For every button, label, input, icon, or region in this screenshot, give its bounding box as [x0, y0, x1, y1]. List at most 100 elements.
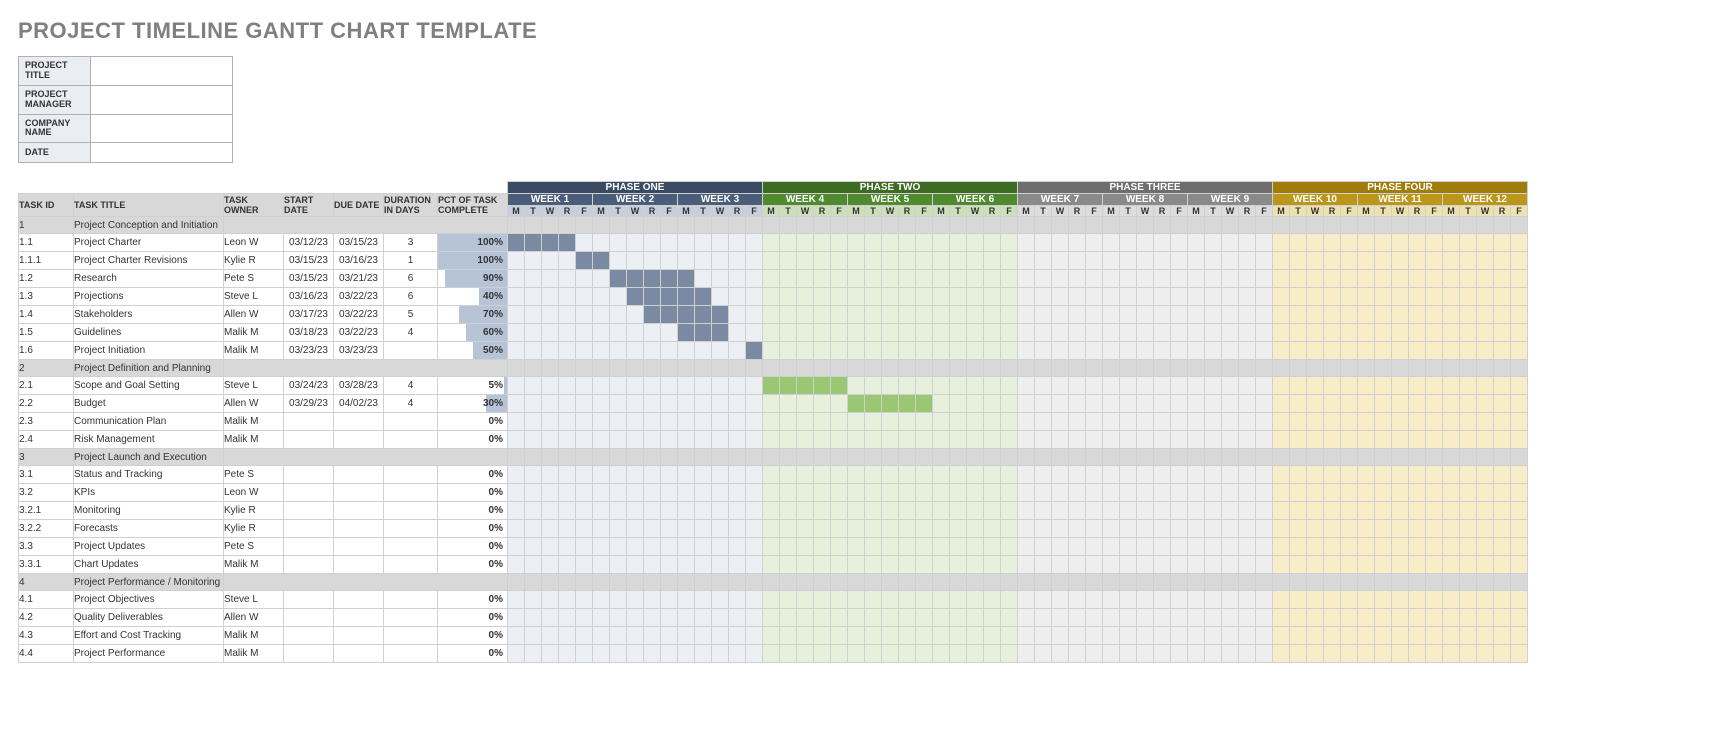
timeline-cell[interactable]: [1154, 645, 1171, 663]
timeline-cell[interactable]: [1171, 591, 1188, 609]
timeline-cell[interactable]: [746, 413, 763, 431]
timeline-cell[interactable]: [899, 520, 916, 538]
timeline-cell[interactable]: [1358, 609, 1375, 627]
timeline-cell[interactable]: [1018, 627, 1035, 645]
timeline-cell[interactable]: [1103, 234, 1120, 252]
timeline-cell[interactable]: [1375, 342, 1392, 360]
timeline-cell[interactable]: [814, 591, 831, 609]
timeline-cell[interactable]: [1222, 395, 1239, 413]
timeline-cell[interactable]: [576, 234, 593, 252]
timeline-cell[interactable]: [1256, 306, 1273, 324]
timeline-cell[interactable]: [1018, 520, 1035, 538]
cell-start-date[interactable]: 03/17/23: [284, 306, 334, 324]
timeline-cell[interactable]: [797, 609, 814, 627]
timeline-cell[interactable]: [729, 324, 746, 342]
timeline-cell[interactable]: [950, 217, 967, 234]
timeline-cell[interactable]: [763, 413, 780, 431]
cell-pct-complete[interactable]: 50%: [438, 342, 508, 360]
timeline-cell[interactable]: [1358, 324, 1375, 342]
timeline-cell[interactable]: [1154, 306, 1171, 324]
timeline-cell[interactable]: [967, 342, 984, 360]
cell-duration[interactable]: 6: [384, 288, 438, 306]
cell-due-date[interactable]: 03/22/23: [334, 306, 384, 324]
timeline-cell[interactable]: [559, 466, 576, 484]
timeline-cell[interactable]: [1358, 234, 1375, 252]
timeline-cell[interactable]: [831, 288, 848, 306]
timeline-cell[interactable]: [729, 342, 746, 360]
timeline-cell[interactable]: [1205, 377, 1222, 395]
timeline-cell[interactable]: [678, 306, 695, 324]
timeline-cell[interactable]: [1154, 538, 1171, 556]
timeline-cell[interactable]: [661, 556, 678, 574]
timeline-cell[interactable]: [1375, 306, 1392, 324]
timeline-cell[interactable]: [984, 591, 1001, 609]
timeline-cell[interactable]: [712, 627, 729, 645]
timeline-cell[interactable]: [882, 217, 899, 234]
timeline-cell[interactable]: [559, 234, 576, 252]
timeline-cell[interactable]: [967, 360, 984, 377]
timeline-cell[interactable]: [525, 520, 542, 538]
timeline-cell[interactable]: [508, 645, 525, 663]
timeline-cell[interactable]: [848, 360, 865, 377]
timeline-cell[interactable]: [967, 609, 984, 627]
timeline-cell[interactable]: [1239, 324, 1256, 342]
timeline-cell[interactable]: [644, 288, 661, 306]
timeline-cell[interactable]: [848, 484, 865, 502]
timeline-cell[interactable]: [695, 288, 712, 306]
timeline-cell[interactable]: [1375, 431, 1392, 449]
timeline-cell[interactable]: [865, 520, 882, 538]
timeline-cell[interactable]: [814, 520, 831, 538]
timeline-cell[interactable]: [1001, 449, 1018, 466]
timeline-cell[interactable]: [542, 252, 559, 270]
timeline-cell[interactable]: [1052, 627, 1069, 645]
timeline-cell[interactable]: [984, 342, 1001, 360]
timeline-cell[interactable]: [695, 484, 712, 502]
timeline-cell[interactable]: [1256, 520, 1273, 538]
timeline-cell[interactable]: [1103, 288, 1120, 306]
timeline-cell[interactable]: [1171, 538, 1188, 556]
timeline-cell[interactable]: [1137, 270, 1154, 288]
timeline-cell[interactable]: [593, 431, 610, 449]
timeline-cell[interactable]: [1477, 627, 1494, 645]
cell-due-date[interactable]: 03/22/23: [334, 324, 384, 342]
timeline-cell[interactable]: [1324, 288, 1341, 306]
timeline-cell[interactable]: [1290, 395, 1307, 413]
timeline-cell[interactable]: [1171, 502, 1188, 520]
timeline-cell[interactable]: [746, 466, 763, 484]
timeline-cell[interactable]: [525, 449, 542, 466]
timeline-cell[interactable]: [1426, 395, 1443, 413]
timeline-cell[interactable]: [882, 484, 899, 502]
timeline-cell[interactable]: [1307, 234, 1324, 252]
cell-task-title[interactable]: Project Performance / Monitoring: [74, 574, 224, 591]
timeline-cell[interactable]: [763, 645, 780, 663]
timeline-cell[interactable]: [1494, 413, 1511, 431]
timeline-cell[interactable]: [729, 574, 746, 591]
timeline-cell[interactable]: [865, 466, 882, 484]
timeline-cell[interactable]: [1188, 395, 1205, 413]
cell-owner[interactable]: Leon W: [224, 484, 284, 502]
timeline-cell[interactable]: [576, 484, 593, 502]
timeline-cell[interactable]: [1273, 270, 1290, 288]
timeline-cell[interactable]: [644, 574, 661, 591]
timeline-cell[interactable]: [525, 377, 542, 395]
timeline-cell[interactable]: [1324, 645, 1341, 663]
cell-due-date[interactable]: [334, 591, 384, 609]
timeline-cell[interactable]: [1171, 574, 1188, 591]
timeline-cell[interactable]: [610, 288, 627, 306]
timeline-cell[interactable]: [1358, 520, 1375, 538]
timeline-cell[interactable]: [712, 234, 729, 252]
timeline-cell[interactable]: [1239, 449, 1256, 466]
timeline-cell[interactable]: [1222, 377, 1239, 395]
timeline-cell[interactable]: [1103, 609, 1120, 627]
timeline-cell[interactable]: [627, 270, 644, 288]
timeline-cell[interactable]: [1205, 360, 1222, 377]
timeline-cell[interactable]: [678, 627, 695, 645]
timeline-cell[interactable]: [1375, 574, 1392, 591]
timeline-cell[interactable]: [763, 306, 780, 324]
timeline-cell[interactable]: [644, 502, 661, 520]
timeline-cell[interactable]: [1052, 449, 1069, 466]
timeline-cell[interactable]: [1358, 591, 1375, 609]
timeline-cell[interactable]: [644, 324, 661, 342]
timeline-cell[interactable]: [1290, 306, 1307, 324]
timeline-cell[interactable]: [508, 591, 525, 609]
